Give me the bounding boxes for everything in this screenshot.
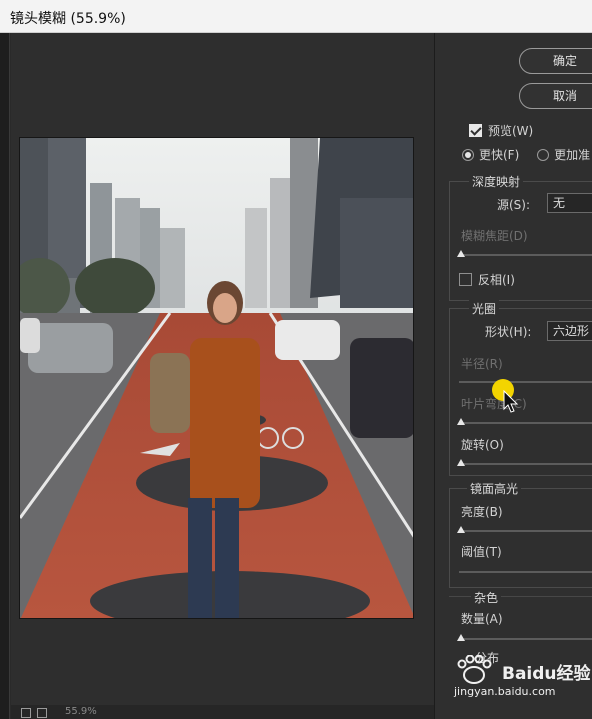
watermark-url: jingyan.baidu.com bbox=[454, 685, 556, 698]
ok-button[interactable]: 确定 bbox=[519, 48, 592, 74]
brightness-label: 亮度(B) bbox=[461, 505, 503, 519]
radio-more-accurate-label: 更加准 bbox=[554, 148, 591, 162]
paw-logo-icon bbox=[457, 654, 492, 684]
canvas-status-bar: 55.9% bbox=[11, 705, 434, 719]
dialog-title-bar: 镜头模糊 (55.9%) bbox=[0, 0, 592, 33]
preview-label: 预览(W) bbox=[488, 124, 534, 138]
baidu-watermark: Baidu经验 jingyan.baidu.com bbox=[452, 654, 591, 698]
rotation-slider[interactable] bbox=[459, 463, 592, 465]
radius-label: 半径(R) bbox=[461, 357, 503, 371]
dialog-title: 镜头模糊 (55.9%) bbox=[10, 11, 126, 27]
blade-curvature-thumb[interactable] bbox=[457, 418, 465, 425]
preview-option[interactable]: 预览(W) bbox=[469, 122, 533, 139]
invert-label: 反相(I) bbox=[478, 273, 515, 287]
blur-focal-thumb[interactable] bbox=[457, 250, 465, 257]
radio-more-accurate[interactable]: 更加准 bbox=[537, 148, 590, 162]
blur-focal-label: 模糊焦距(D) bbox=[461, 229, 528, 243]
specular-heading: 镜面高光 bbox=[467, 480, 522, 497]
mouse-pointer-icon bbox=[503, 390, 519, 413]
watermark-brand: Baidu经验 bbox=[502, 664, 591, 684]
zoom-level: 55.9% bbox=[65, 706, 97, 717]
cancel-button[interactable]: 取消 bbox=[519, 83, 592, 109]
threshold-label: 阈值(T) bbox=[461, 545, 502, 559]
left-edge-strip bbox=[0, 33, 10, 719]
amount-slider[interactable] bbox=[459, 638, 592, 640]
invert-checkbox[interactable] bbox=[459, 273, 472, 286]
preview-canvas-area[interactable]: 55.9% bbox=[11, 33, 434, 719]
invert-option[interactable]: 反相(I) bbox=[459, 271, 515, 288]
radio-faster[interactable]: 更快(F) bbox=[462, 148, 519, 162]
brightness-slider[interactable] bbox=[459, 530, 592, 532]
rotation-thumb[interactable] bbox=[457, 459, 465, 466]
speed-options: 更快(F) 更加准 bbox=[462, 146, 590, 163]
zoom-out-button[interactable] bbox=[21, 708, 31, 718]
zoom-in-button[interactable] bbox=[37, 708, 47, 718]
rotation-label: 旋转(O) bbox=[461, 438, 504, 452]
settings-panel: 确定 取消 预览(W) 更快(F) 更加准 深度映射 源(S): 无 模糊焦距(… bbox=[434, 33, 592, 719]
noise-heading: 杂色 bbox=[471, 589, 502, 606]
preview-checkbox[interactable] bbox=[469, 124, 482, 137]
radio-faster-dot[interactable] bbox=[462, 149, 474, 161]
source-select[interactable]: 无 bbox=[547, 193, 592, 213]
threshold-slider[interactable] bbox=[459, 571, 592, 573]
radio-more-accurate-dot[interactable] bbox=[537, 149, 550, 161]
amount-label: 数量(A) bbox=[461, 612, 503, 626]
iris-heading: 光圈 bbox=[469, 300, 500, 317]
street-photo bbox=[20, 138, 413, 618]
brightness-thumb[interactable] bbox=[457, 526, 465, 533]
blur-focal-slider[interactable] bbox=[459, 254, 592, 256]
blade-curvature-slider[interactable] bbox=[459, 422, 592, 424]
preview-image[interactable] bbox=[19, 137, 414, 619]
shape-select[interactable]: 六边形 bbox=[547, 321, 592, 341]
radio-faster-label: 更快(F) bbox=[479, 148, 520, 162]
depth-map-heading: 深度映射 bbox=[469, 173, 524, 190]
shape-label: 形状(H): bbox=[485, 325, 532, 339]
source-label: 源(S): bbox=[497, 198, 531, 212]
amount-thumb[interactable] bbox=[457, 634, 465, 641]
radius-slider[interactable] bbox=[459, 381, 592, 383]
